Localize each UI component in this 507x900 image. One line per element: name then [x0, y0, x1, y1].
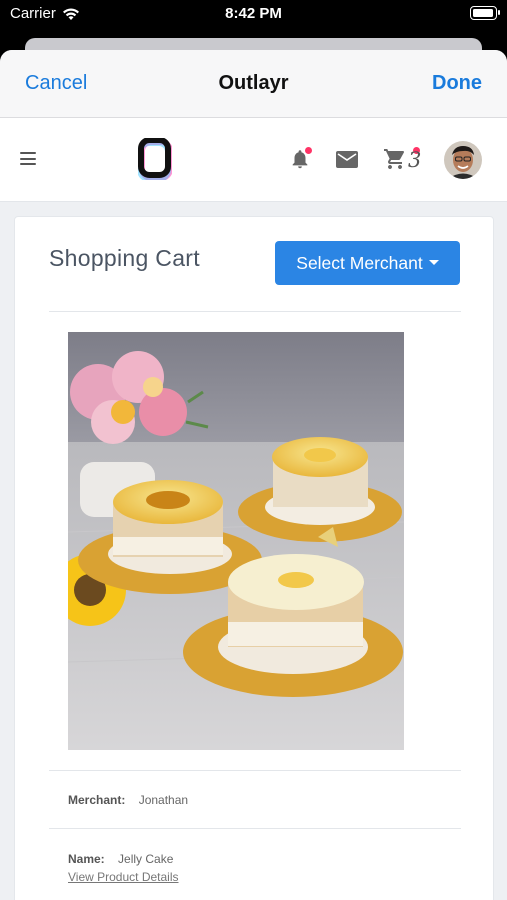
merchant-label: Merchant:: [68, 793, 126, 807]
cancel-button[interactable]: Cancel: [25, 72, 87, 95]
divider: [49, 828, 461, 829]
merchant-row: Merchant: Jonathan: [68, 793, 188, 807]
battery-icon: [470, 6, 500, 20]
modal-nav-bar: Cancel Outlayr Done: [0, 50, 507, 118]
merchant-value: Jonathan: [138, 793, 189, 807]
app-header: 3: [0, 118, 507, 202]
mail-icon[interactable]: [336, 151, 358, 168]
product-name-row: Name: Jelly Cake: [68, 852, 173, 866]
notification-badge-dot: [305, 147, 312, 154]
clock: 8:42 PM: [225, 5, 282, 22]
select-merchant-button[interactable]: Select Merchant: [275, 241, 460, 285]
cart-count: 3: [408, 148, 422, 172]
name-value: Jelly Cake: [118, 852, 174, 866]
name-label: Name:: [68, 852, 105, 866]
done-button[interactable]: Done: [432, 72, 482, 95]
app-root: Carrier 8:42 PM Cancel Outlayr Done 3 Sh…: [0, 0, 507, 900]
outlayr-logo-icon[interactable]: [138, 138, 172, 180]
hamburger-menu-icon[interactable]: [20, 152, 36, 165]
user-avatar[interactable]: [444, 141, 482, 179]
modal-sheet: Cancel Outlayr Done 3 Shopping Cart Sele…: [0, 50, 507, 900]
dropdown-caret-icon: [428, 259, 439, 265]
divider: [49, 311, 461, 312]
battery-level-fill: [473, 9, 493, 17]
product-image[interactable]: [68, 332, 404, 750]
page-title: Shopping Cart: [49, 245, 200, 271]
status-bar: Carrier 8:42 PM: [0, 0, 507, 30]
divider: [49, 770, 461, 771]
view-product-details-link[interactable]: View Product Details: [68, 870, 179, 884]
cart-icon[interactable]: [383, 147, 407, 171]
shopping-cart-card: Shopping Cart Select Merchant Merchant: …: [14, 216, 494, 900]
select-merchant-label: Select Merchant: [296, 252, 423, 273]
